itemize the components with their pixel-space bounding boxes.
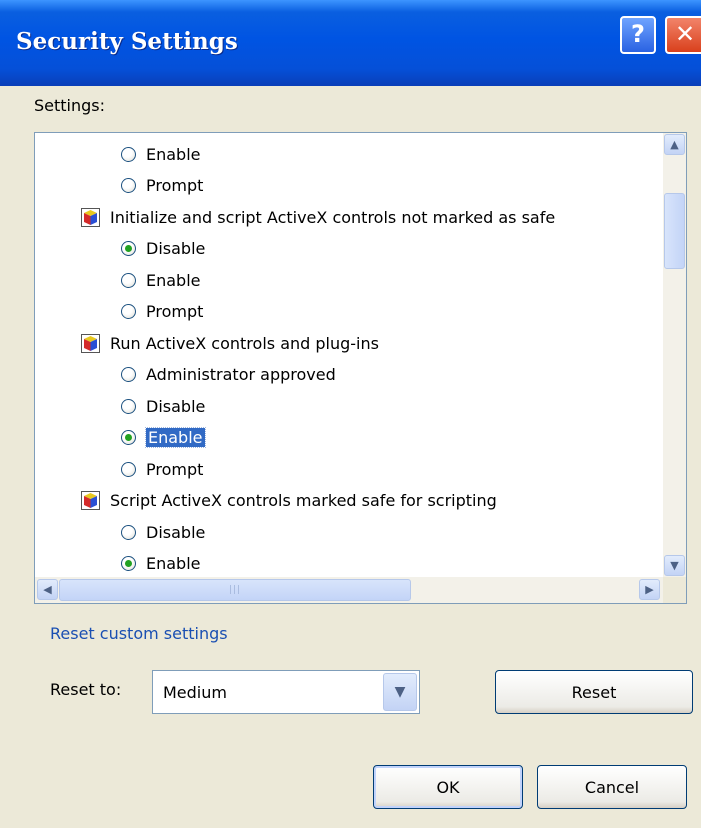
setting-group-item[interactable]: Initialize and script ActiveX controls n… (81, 202, 555, 232)
scroll-up-button[interactable]: ▲ (664, 134, 685, 155)
settings-list-content: Enable Prompt Initialize and script Active… (35, 133, 663, 577)
scroll-down-button[interactable]: ▼ (664, 555, 685, 576)
chevron-left-icon: ◀ (43, 583, 52, 596)
setting-label: Enable (146, 270, 201, 290)
title-bar[interactable]: Security Settings ? ✕ (0, 0, 701, 86)
reset-to-label: Reset to: (50, 680, 122, 699)
grip-icon: ||| (228, 585, 242, 595)
reset-level-value: Medium (163, 683, 227, 702)
radio-unchecked-icon (121, 367, 136, 382)
settings-label: Settings: (34, 96, 106, 115)
radio-unchecked-icon (121, 178, 136, 193)
settings-list[interactable]: Enable Prompt Initialize and script Active… (34, 132, 687, 604)
setting-option-radio[interactable]: Disable (121, 234, 205, 264)
radio-unchecked-icon (121, 461, 136, 477)
setting-label: Prompt (146, 302, 204, 321)
setting-label: Disable (146, 239, 206, 258)
setting-option-radio[interactable]: Enable (121, 139, 201, 169)
setting-label: Enable (145, 427, 206, 448)
horizontal-scroll-thumb[interactable]: ||| (59, 579, 411, 601)
setting-label: Run ActiveX controls and plug-ins (110, 333, 379, 353)
setting-option-radio[interactable]: Prompt (121, 454, 203, 484)
help-button[interactable]: ? (620, 16, 656, 54)
setting-option-radio[interactable]: Prompt (121, 297, 203, 327)
chevron-right-icon: ▶ (645, 583, 654, 596)
setting-option-radio[interactable]: Enable (121, 549, 201, 578)
setting-option-radio[interactable]: Enable (121, 423, 206, 453)
setting-label: Prompt (146, 459, 204, 479)
radio-unchecked-icon (121, 398, 136, 414)
setting-label: Disable (146, 396, 206, 416)
chevron-up-icon: ▲ (670, 138, 679, 151)
setting-label: Administrator approved (146, 365, 336, 384)
close-button[interactable]: ✕ (665, 16, 701, 54)
reset-button[interactable]: Reset (495, 670, 693, 714)
setting-label: Prompt (146, 176, 204, 195)
ok-button[interactable]: OK (373, 765, 523, 809)
security-settings-dialog: Security Settings ? ✕ Settings: Enable Pr… (0, 0, 701, 828)
radio-checked-icon (121, 556, 136, 571)
setting-label: Disable (146, 522, 206, 542)
radio-unchecked-icon (121, 304, 136, 319)
setting-option-radio[interactable]: Prompt (121, 171, 203, 201)
reset-group-heading: Reset custom settings (50, 624, 228, 643)
radio-checked-icon (121, 241, 136, 256)
chevron-down-icon: ▼ (394, 684, 406, 700)
setting-group-icon (81, 333, 100, 353)
setting-group-item[interactable]: Script ActiveX controls marked safe for … (81, 486, 497, 516)
setting-option-radio[interactable]: Disable (121, 391, 205, 421)
setting-label: Initialize and script ActiveX controls n… (110, 207, 556, 227)
setting-group-icon (81, 207, 100, 227)
window-title: Security Settings (16, 28, 238, 55)
setting-label: Script ActiveX controls marked safe for … (110, 491, 497, 510)
vertical-scrollbar[interactable]: ▲ ▼ (663, 133, 686, 577)
chevron-down-icon: ▼ (670, 559, 679, 572)
cancel-button[interactable]: Cancel (537, 765, 687, 809)
reset-level-dropdown[interactable]: Medium ▼ (152, 670, 420, 714)
horizontal-scrollbar[interactable]: ◀ ||| ▶ (35, 577, 663, 603)
scrollbar-corner (663, 577, 686, 603)
vertical-scroll-thumb[interactable] (664, 193, 685, 269)
radio-checked-icon (121, 430, 136, 445)
setting-option-radio[interactable]: Disable (121, 517, 205, 547)
radio-unchecked-icon (121, 524, 136, 540)
setting-label: Enable (146, 554, 201, 573)
scroll-right-button[interactable]: ▶ (639, 579, 660, 600)
setting-option-radio[interactable]: Enable (121, 265, 201, 295)
setting-option-radio[interactable]: Administrator approved (121, 360, 336, 390)
dropdown-button[interactable]: ▼ (383, 673, 417, 711)
radio-unchecked-icon (121, 272, 136, 288)
setting-group-item[interactable]: Run ActiveX controls and plug-ins (81, 328, 379, 358)
setting-label: Enable (146, 144, 201, 164)
setting-group-icon (81, 491, 100, 510)
scroll-left-button[interactable]: ◀ (37, 579, 58, 600)
radio-unchecked-icon (121, 146, 136, 162)
